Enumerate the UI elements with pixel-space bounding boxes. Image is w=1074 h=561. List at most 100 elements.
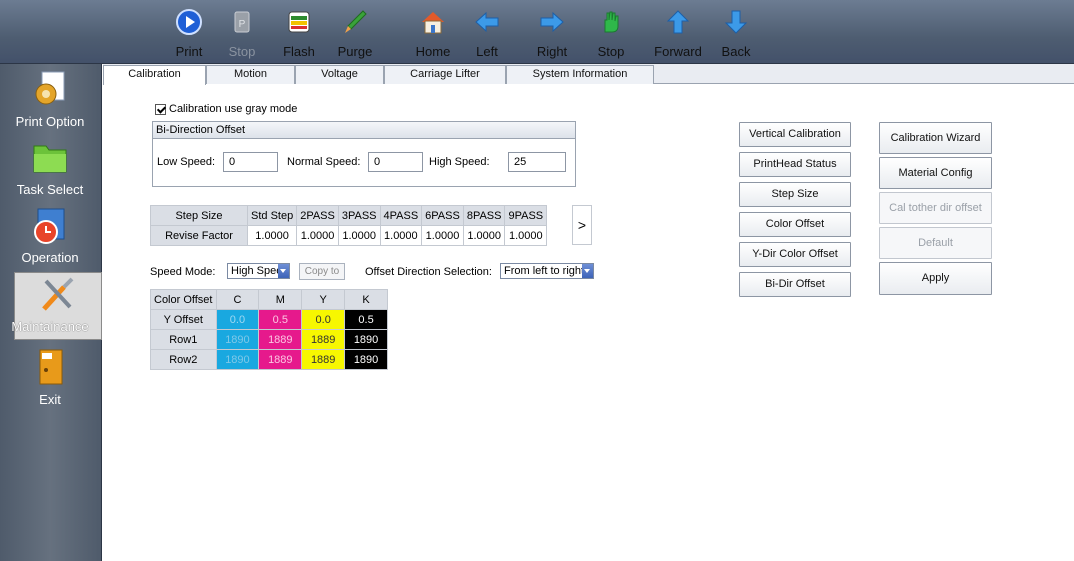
low-speed-input[interactable]: 0 bbox=[223, 152, 278, 172]
back-button[interactable]: Back bbox=[708, 8, 764, 62]
tab-voltage[interactable]: Voltage bbox=[295, 65, 384, 84]
speed-mode-select[interactable]: High Speed bbox=[227, 263, 290, 279]
step-size-header: Step Size bbox=[150, 205, 248, 226]
tab-calibration[interactable]: Calibration bbox=[103, 65, 206, 85]
sidebar-item-task-select[interactable]: Task Select bbox=[0, 136, 100, 204]
color-cell-m[interactable]: 0.5 bbox=[258, 309, 303, 330]
app-window: Print P Stop Flash Purge Home Left Right bbox=[0, 0, 1074, 561]
step-size-button[interactable]: Step Size bbox=[739, 182, 851, 207]
stop-doc-icon: P bbox=[234, 11, 250, 33]
cal-other-dir-offset-button[interactable]: Cal tother dir offset bbox=[879, 192, 992, 224]
tab-motion[interactable]: Motion bbox=[206, 65, 295, 84]
sidebar-label-print-option: Print Option bbox=[15, 114, 85, 129]
revise-factor-cell[interactable]: 1.0000 bbox=[462, 225, 506, 246]
purge-label: Purge bbox=[337, 44, 373, 59]
sidebar-item-print-option[interactable]: Print Option bbox=[0, 68, 100, 136]
color-cell-c[interactable]: 1890 bbox=[215, 329, 260, 350]
color-cell-c[interactable]: 0.0 bbox=[215, 309, 260, 330]
toolbar: Print P Stop Flash Purge Home Left Right bbox=[0, 0, 1074, 64]
purge-button[interactable]: Purge bbox=[327, 8, 383, 62]
gray-mode-label: Calibration use gray mode bbox=[169, 103, 298, 115]
revise-factor-cell[interactable]: 1.0000 bbox=[504, 225, 548, 246]
revise-factor-cell[interactable]: 1.0000 bbox=[421, 225, 464, 246]
sidebar-item-exit[interactable]: Exit bbox=[0, 346, 100, 414]
home-icon bbox=[422, 12, 444, 34]
sidebar: Print Option Task Select Operation Maint… bbox=[0, 64, 102, 561]
table-cell: 2PASS bbox=[296, 205, 339, 226]
bi-dir-offset-button[interactable]: Bi-Dir Offset bbox=[739, 272, 851, 297]
bidir-offset-title: Bi-Direction Offset bbox=[153, 122, 575, 139]
purge-icon bbox=[345, 10, 367, 33]
flash-icon bbox=[288, 11, 310, 33]
offset-direction-select[interactable]: From left to right bbox=[500, 263, 594, 279]
calibration-wizard-button[interactable]: Calibration Wizard bbox=[879, 122, 992, 154]
table-header: C bbox=[215, 289, 260, 310]
chevron-down-icon[interactable] bbox=[278, 264, 289, 278]
revise-factor-cell[interactable]: 1.0000 bbox=[379, 225, 423, 246]
table-header: K bbox=[344, 289, 388, 310]
table-header: M bbox=[258, 289, 303, 310]
color-cell-k[interactable]: 1890 bbox=[344, 329, 388, 350]
tools-icon bbox=[42, 277, 74, 311]
copy-to-button[interactable]: Copy to bbox=[299, 263, 345, 280]
scroll-right-button[interactable]: > bbox=[572, 205, 592, 245]
color-cell-k[interactable]: 0.5 bbox=[344, 309, 388, 330]
exit-door-icon bbox=[39, 349, 63, 385]
table-row: Row2 1890 1889 1889 1890 bbox=[150, 349, 388, 370]
tab-system-information[interactable]: System Information bbox=[506, 65, 654, 84]
gray-mode-checkbox[interactable]: Calibration use gray mode bbox=[155, 103, 297, 115]
gear-doc-icon bbox=[35, 71, 65, 105]
arrow-left-icon bbox=[475, 11, 499, 33]
offset-direction-label: Offset Direction Selection: bbox=[365, 266, 492, 278]
high-speed-label: High Speed: bbox=[429, 156, 490, 168]
revise-factor-cell[interactable]: 1.0000 bbox=[246, 225, 298, 246]
default-button[interactable]: Default bbox=[879, 227, 992, 259]
clock-icon bbox=[34, 208, 65, 244]
table-row: Y Offset 0.0 0.5 0.0 0.5 bbox=[150, 309, 388, 330]
color-cell-y[interactable]: 1889 bbox=[301, 329, 346, 350]
calibration-panel: Calibration use gray mode Bi-Direction O… bbox=[103, 85, 1074, 561]
material-config-button[interactable]: Material Config bbox=[879, 157, 992, 189]
arrow-right-icon bbox=[540, 11, 564, 33]
printhead-status-button[interactable]: PrintHead Status bbox=[739, 152, 851, 177]
normal-speed-input[interactable]: 0 bbox=[368, 152, 423, 172]
high-speed-input[interactable]: 25 bbox=[508, 152, 566, 172]
apply-button[interactable]: Apply bbox=[879, 262, 992, 295]
sidebar-item-operation[interactable]: Operation bbox=[0, 204, 100, 272]
table-cell: 6PASS bbox=[421, 205, 464, 226]
color-offset-button[interactable]: Color Offset bbox=[739, 212, 851, 237]
table-cell: 4PASS bbox=[379, 205, 423, 226]
revise-factor-cell[interactable]: 1.0000 bbox=[296, 225, 339, 246]
color-cell-m[interactable]: 1889 bbox=[258, 349, 303, 370]
offset-direction-value: From left to right bbox=[504, 265, 585, 277]
tab-carriage-lifter[interactable]: Carriage Lifter bbox=[384, 65, 506, 84]
stop-motion-label: Stop bbox=[597, 44, 625, 59]
chevron-down-icon[interactable] bbox=[582, 264, 593, 278]
color-cell-c[interactable]: 1890 bbox=[215, 349, 260, 370]
sidebar-label-exit: Exit bbox=[39, 392, 61, 407]
row-label: Row2 bbox=[150, 349, 217, 370]
right-button[interactable]: Right bbox=[524, 8, 580, 62]
play-icon bbox=[176, 9, 202, 35]
color-cell-m[interactable]: 1889 bbox=[258, 329, 303, 350]
table-cell: Std Step bbox=[246, 205, 298, 226]
table-header: Y bbox=[301, 289, 346, 310]
table-row: Row1 1890 1889 1889 1890 bbox=[150, 329, 388, 350]
color-cell-y[interactable]: 1889 bbox=[301, 349, 346, 370]
stop-motion-button[interactable]: Stop bbox=[583, 8, 639, 62]
hand-stop-icon bbox=[604, 11, 619, 33]
table-cell: 3PASS bbox=[337, 205, 381, 226]
revise-factor-cell[interactable]: 1.0000 bbox=[337, 225, 381, 246]
checkbox-checked-icon[interactable] bbox=[155, 103, 166, 115]
y-dir-color-offset-button[interactable]: Y-Dir Color Offset bbox=[739, 242, 851, 267]
color-cell-k[interactable]: 1890 bbox=[344, 349, 388, 370]
folder-icon bbox=[33, 145, 67, 173]
left-button[interactable]: Left bbox=[459, 8, 515, 62]
vertical-calibration-button[interactable]: Vertical Calibration bbox=[739, 122, 851, 147]
color-offset-header: Color Offset bbox=[150, 289, 217, 310]
revise-factor-header: Revise Factor bbox=[150, 225, 248, 246]
sidebar-label-operation: Operation bbox=[21, 250, 79, 265]
sidebar-item-maintainance[interactable]: Maintainance bbox=[11, 272, 102, 340]
sidebar-label-maintainance: Maintainance bbox=[11, 319, 89, 334]
color-cell-y[interactable]: 0.0 bbox=[301, 309, 346, 330]
